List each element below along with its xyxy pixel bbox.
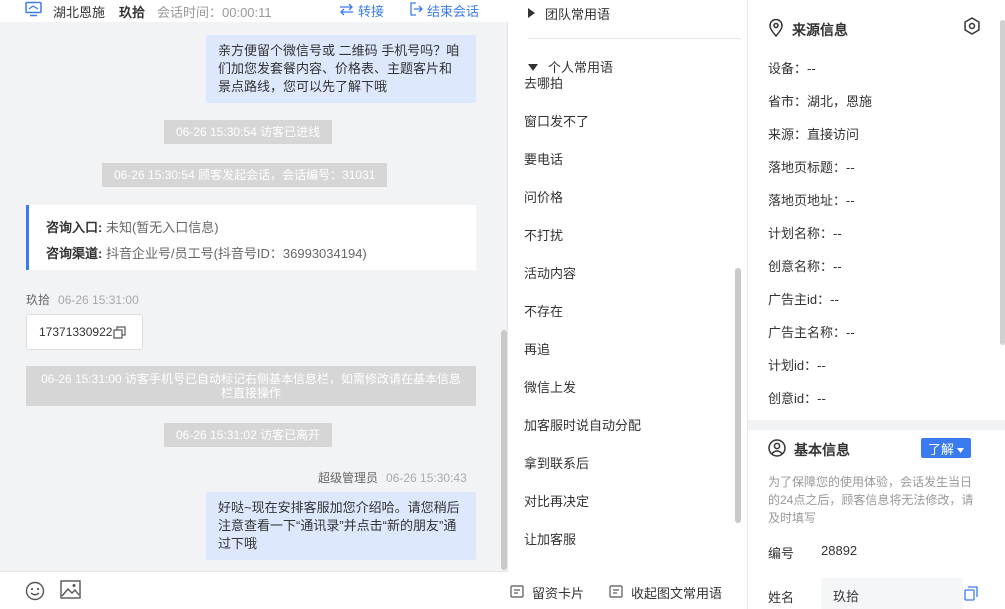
source-field-region: 省市：湖北，恩施 [768, 94, 873, 109]
agent-message-time: 06-26 15:30:43 [386, 471, 467, 485]
source-field-landing-title: 落地页标题：-- [768, 160, 855, 175]
consult-info-card: 咨询入口: 未知(暂无入口信息) 咨询渠道: 抖音企业号/员工号(抖音号ID：3… [26, 205, 476, 270]
phrase-item[interactable]: 不存在 [524, 301, 563, 320]
collapse-icon [609, 584, 623, 601]
phrase-item[interactable]: 去哪拍 [524, 73, 563, 92]
source-field-origin: 来源：直接访问 [768, 127, 860, 142]
learn-more-label: 了解 [927, 441, 954, 457]
gear-icon[interactable] [963, 17, 981, 38]
source-field-landing-url: 落地页地址：-- [768, 193, 855, 208]
copy-icon[interactable] [113, 325, 127, 339]
customer-id-label: 编号 [768, 546, 795, 561]
end-session-label: 结束会话 [427, 4, 480, 19]
source-field-creative-id: 创意id：-- [768, 391, 826, 406]
phrase-item[interactable]: 让加客服 [524, 529, 576, 548]
consult-channel-label: 咨询渠道: [46, 246, 103, 261]
group-divider [528, 38, 741, 39]
phrases-panel: 团队常用语 个人常用语 去哪拍 窗口发不了 要电话 问价格 不打扰 活动内容 不… [508, 0, 748, 609]
learn-more-button[interactable]: 了解 [921, 438, 971, 458]
card-icon [510, 584, 524, 601]
source-field-device: 设备：-- [768, 61, 816, 76]
agent-message-bubble-bottom: 好哒~现在安排客服加您介绍哈。请您稍后注意查看一下“通讯录”并点击“新的朋友”通… [206, 492, 476, 560]
phrase-item[interactable]: 问价格 [524, 187, 563, 206]
collapse-phrases-label: 收起图文常用语 [631, 586, 723, 601]
chat-header: 湖北恩施 玖拾 会话时间：00:00:11 转接 结束会话 [0, 0, 508, 22]
customer-name-field[interactable]: 玖拾 [821, 578, 963, 609]
transfer-icon [339, 3, 354, 19]
visitor-phone-text: 17371330922 [39, 325, 113, 339]
emoji-icon[interactable] [25, 581, 45, 604]
system-message-phone-marked: 06-26 15:31:00 访客手机号已自动标记右侧基本信息栏，如需修改请在基… [26, 366, 476, 406]
chat-panel: 湖北恩施 玖拾 会话时间：00:00:11 转接 结束会话 亲方便留个微信号或 … [0, 0, 508, 609]
triangle-down-icon [528, 59, 538, 74]
edit-deadline-notice: 为了保障您的使用体验，会话发生当日的24点之后，顾客信息将无法修改，请及时填写 [768, 475, 974, 525]
customer-name-label: 姓名 [768, 590, 795, 605]
phrases-footer: 留资卡片 收起图文常用语 [508, 577, 748, 609]
phrase-item[interactable]: 不打扰 [524, 225, 563, 244]
consult-channel-row: 咨询渠道: 抖音企业号/员工号(抖音号ID：36993034194) [46, 241, 459, 267]
source-field-advertiser-name: 广告主名称：-- [768, 325, 855, 340]
phrase-item[interactable]: 要电话 [524, 149, 563, 168]
visitor-name: 玖拾 [119, 5, 146, 20]
source-field-plan-id: 计划id：-- [768, 358, 826, 373]
transfer-label: 转接 [358, 4, 385, 19]
phrase-item[interactable]: 加客服时说自动分配 [524, 415, 641, 434]
dropdown-caret-icon [957, 441, 964, 456]
system-message-enter: 06-26 15:30:54 访客已进线 [164, 120, 333, 144]
transfer-button[interactable]: 转接 [339, 1, 384, 20]
consult-entry-row: 咨询入口: 未知(暂无入口信息) [46, 215, 459, 241]
user-circle-icon [768, 439, 786, 460]
session-time: 会话时间：00:00:11 [157, 5, 272, 20]
consult-channel-value: 抖音企业号/员工号(抖音号ID：36993034194) [102, 246, 367, 261]
location-icon [768, 18, 784, 40]
consult-entry-label: 咨询入口: [46, 220, 103, 235]
triangle-right-icon [528, 6, 535, 21]
source-field-plan-name: 计划名称：-- [768, 226, 842, 241]
visitor-phone-message[interactable]: 17371330922 [26, 314, 143, 350]
team-phrases-group[interactable]: 团队常用语 [528, 4, 610, 23]
lead-card-button[interactable]: 留资卡片 [510, 583, 584, 602]
customer-info-panel: 来源信息 设备：-- 省市：湖北，恩施 来源：直接访问 落地页标题：-- 落地页… [748, 0, 1005, 609]
source-field-creative-name: 创意名称：-- [768, 259, 842, 274]
agent-message-meta: 超级管理员 06-26 15:30:43 [318, 469, 467, 486]
exit-icon [409, 2, 423, 19]
system-message-session: 06-26 15:30:54 顾客发起会话，会话编号：31031 [102, 163, 388, 187]
customer-id-value: 28892 [821, 543, 858, 558]
phrase-item[interactable]: 活动内容 [524, 263, 576, 282]
visitor-message-meta: 玖拾 06-26 15:31:00 [26, 291, 139, 308]
phrase-item[interactable]: 再追 [524, 339, 550, 358]
phrase-item[interactable]: 对比再决定 [524, 491, 589, 510]
info-section-gap [748, 420, 1005, 430]
collapse-phrases-button[interactable]: 收起图文常用语 [609, 583, 722, 602]
basic-info-header: 基本信息 [768, 439, 850, 460]
chat-scrollbar[interactable] [501, 330, 507, 570]
end-session-button[interactable]: 结束会话 [409, 1, 479, 20]
monitor-icon [25, 1, 42, 20]
phrase-item[interactable]: 微信上发 [524, 377, 576, 396]
source-info-title: 来源信息 [792, 21, 848, 38]
chat-toolbar [0, 571, 508, 609]
image-icon[interactable] [60, 580, 81, 602]
info-scrollbar[interactable] [1000, 20, 1005, 345]
lead-card-label: 留资卡片 [532, 586, 585, 601]
system-message-leave: 06-26 15:31:02 访客已离开 [164, 423, 333, 447]
visitor-message-time: 06-26 15:31:00 [58, 293, 139, 307]
visitor-region: 湖北恩施 [53, 5, 106, 20]
phrase-item[interactable]: 窗口发不了 [524, 111, 589, 130]
visitor-message-name: 玖拾 [26, 293, 51, 307]
basic-info-title: 基本信息 [794, 441, 850, 458]
phrases-scrollbar[interactable] [735, 268, 741, 523]
phrase-item[interactable]: 拿到联系后 [524, 453, 589, 472]
copy-icon[interactable] [964, 586, 978, 604]
team-phrases-label: 团队常用语 [545, 7, 611, 22]
consult-entry-value: 未知(暂无入口信息) [102, 220, 219, 235]
source-info-header: 来源信息 [768, 18, 848, 40]
agent-message-bubble: 亲方便留个微信号或 二维码 手机号吗？咱们加您发套餐内容、价格表、主题客片和景点… [206, 35, 476, 103]
source-field-advertiser-id: 广告主id：-- [768, 292, 839, 307]
agent-message-name: 超级管理员 [318, 471, 379, 485]
